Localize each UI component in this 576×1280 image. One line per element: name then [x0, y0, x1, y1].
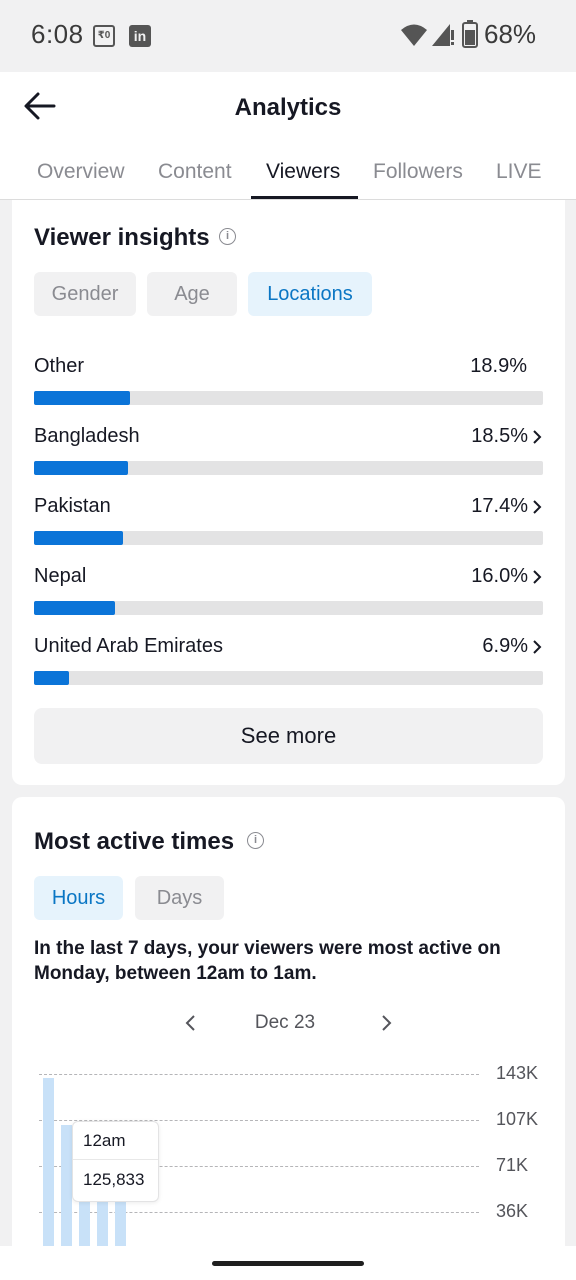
chart-bar[interactable] [61, 1125, 72, 1257]
date-label: Dec 23 [254, 1012, 316, 1033]
location-row[interactable]: Nepal 16.0% [34, 565, 543, 625]
location-bar-fill [34, 601, 115, 615]
location-row: Other 18.9% [34, 355, 543, 415]
location-percent: 18.9% [470, 355, 527, 377]
location-percent: 17.4% [471, 495, 528, 517]
chip-days[interactable]: Days [135, 876, 224, 920]
chip-gender[interactable]: Gender [34, 272, 136, 316]
location-percent: 18.5% [471, 425, 528, 447]
location-bar-fill [34, 461, 128, 475]
chip-locations[interactable]: Locations [248, 272, 372, 316]
tooltip-time: 12am [83, 1131, 126, 1150]
see-more-button[interactable]: See more [34, 708, 543, 764]
y-tick-label: 143K [496, 1063, 539, 1083]
chart-gridline [39, 1074, 479, 1075]
location-percent: 16.0% [471, 565, 528, 587]
location-bar-track [34, 531, 543, 545]
status-time: 6:08 [31, 19, 84, 49]
battery-icon [462, 20, 478, 48]
chart-bar[interactable] [43, 1077, 54, 1257]
hourly-activity-chart: 12am 125,833 143K 107K 71K 36K [12, 1057, 565, 1257]
y-tick-label: 107K [496, 1109, 539, 1129]
location-name: Bangladesh [34, 425, 140, 447]
chevron-right-icon[interactable] [378, 1013, 394, 1033]
most-active-title: Most active times [34, 828, 235, 855]
y-tick-label: 36K [496, 1201, 529, 1221]
tab-overview[interactable]: Overview [37, 160, 125, 184]
viewer-insights-card: Viewer insights i Gender Age Locations O… [12, 200, 565, 785]
info-icon[interactable]: i [219, 228, 236, 245]
location-name: Pakistan [34, 495, 111, 517]
battery-percent: 68% [484, 19, 537, 49]
date-navigator: Dec 23 [12, 1007, 565, 1041]
wifi-icon [401, 24, 427, 46]
tab-live[interactable]: LIVE [496, 160, 542, 184]
viewer-insights-title: Viewer insights [34, 224, 210, 251]
location-bar-track [34, 461, 543, 475]
chip-age[interactable]: Age [147, 272, 237, 316]
location-bar-fill [34, 391, 130, 405]
linkedin-icon: in [129, 25, 151, 47]
chevron-right-icon [533, 500, 542, 514]
chevron-right-icon [533, 430, 542, 444]
header: Analytics Overview Content Viewers Follo… [0, 72, 576, 200]
location-row[interactable]: Pakistan 17.4% [34, 495, 543, 555]
y-tick-label: 71K [496, 1155, 529, 1175]
chip-hours[interactable]: Hours [34, 876, 123, 920]
status-bar: 6:08 ₹0 in 68% [0, 0, 576, 72]
location-name: Other [34, 355, 85, 377]
tooltip-value: 125,833 [83, 1170, 145, 1189]
info-icon[interactable]: i [247, 832, 264, 849]
chevron-right-icon [533, 570, 542, 584]
location-row[interactable]: Bangladesh 18.5% [34, 425, 543, 485]
location-bar-track [34, 391, 543, 405]
home-indicator[interactable] [212, 1261, 364, 1266]
tab-followers[interactable]: Followers [373, 160, 463, 184]
location-bar-fill [34, 671, 69, 685]
tooltip-divider [73, 1159, 158, 1160]
tab-bar: Overview Content Viewers Followers LIVE [0, 148, 576, 200]
location-bar-track [34, 671, 543, 685]
chart-tooltip: 12am 125,833 [72, 1121, 159, 1202]
signal-icon [432, 24, 454, 46]
location-name: Nepal [34, 565, 87, 587]
location-bar-track [34, 601, 543, 615]
activity-summary: In the last 7 days, your viewers were mo… [34, 938, 501, 984]
location-row[interactable]: United Arab Emirates 6.9% [34, 635, 543, 695]
location-name: United Arab Emirates [34, 635, 223, 657]
sim-card-icon: ₹0 [93, 25, 115, 47]
active-tab-indicator [251, 196, 358, 199]
tab-content[interactable]: Content [158, 160, 232, 184]
chevron-right-icon [533, 640, 542, 654]
location-percent: 6.9% [482, 635, 528, 657]
tab-viewers[interactable]: Viewers [266, 160, 340, 184]
most-active-times-card: Most active times i Hours Days In the la… [12, 797, 565, 1257]
page-title: Analytics [234, 94, 342, 121]
location-bar-fill [34, 531, 123, 545]
